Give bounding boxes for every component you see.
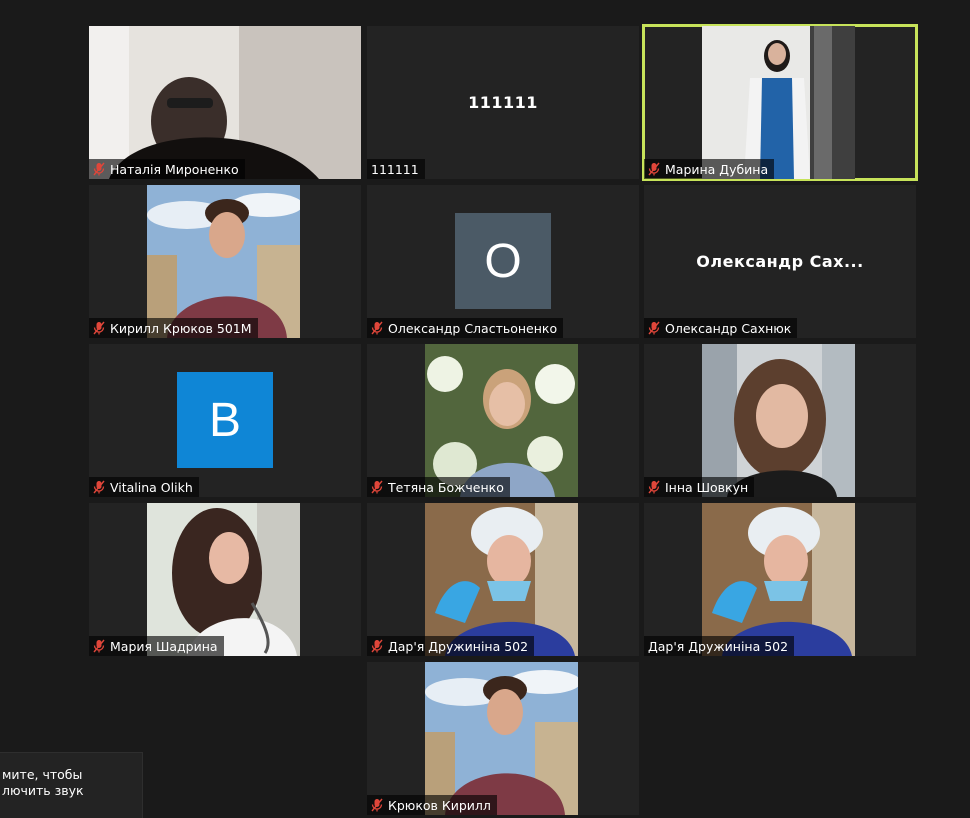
participant-name-label: Дар'я Дружиніна 502 bbox=[644, 636, 795, 656]
participant-name: Дар'я Дружиніна 502 bbox=[388, 638, 529, 654]
mic-muted-icon bbox=[371, 639, 383, 653]
participant-video bbox=[702, 26, 855, 179]
participant-name-label: 111111 bbox=[367, 159, 425, 179]
participant-tile[interactable]: 111111 111111 bbox=[367, 26, 639, 179]
participant-tile-active-speaker[interactable]: Марина Дубина bbox=[642, 24, 918, 181]
participant-name-label: Олександр Сластьоненко bbox=[367, 318, 564, 338]
participant-tile[interactable]: Мария Шадрина bbox=[89, 503, 361, 656]
participant-tile[interactable]: Тетяна Божченко bbox=[367, 344, 639, 497]
mic-muted-icon bbox=[648, 480, 660, 494]
tooltip-line: лючить звук bbox=[2, 783, 84, 798]
mic-muted-icon bbox=[648, 321, 660, 335]
mic-muted-icon bbox=[648, 162, 660, 176]
participant-name-label: Мария Шадрина bbox=[89, 636, 224, 656]
mic-muted-icon bbox=[93, 321, 105, 335]
participant-name-label: Марина Дубина bbox=[644, 159, 775, 179]
participant-name-label: Тетяна Божченко bbox=[367, 477, 510, 497]
participant-name: Інна Шовкун bbox=[665, 479, 749, 495]
participant-name-label: Інна Шовкун bbox=[644, 477, 755, 497]
participant-name-label: Кирилл Крюков 501М bbox=[89, 318, 258, 338]
mic-muted-icon bbox=[371, 480, 383, 494]
participant-display-name: Олександр Сах... bbox=[696, 252, 864, 271]
avatar: O bbox=[455, 213, 551, 309]
participant-name-label: Дар'я Дружиніна 502 bbox=[367, 636, 535, 656]
participant-name-label: Крюков Кирилл bbox=[367, 795, 497, 815]
participant-name: Кирилл Крюков 501М bbox=[110, 320, 252, 336]
participant-tile[interactable]: Дар'я Дружиніна 502 bbox=[367, 503, 639, 656]
participant-tile[interactable]: Дар'я Дружиніна 502 bbox=[644, 503, 916, 656]
mic-muted-icon bbox=[93, 480, 105, 494]
participant-name: 111111 bbox=[371, 161, 419, 177]
tooltip-line: мите, чтобы bbox=[2, 767, 83, 782]
participant-video bbox=[147, 503, 300, 656]
mic-muted-icon bbox=[93, 639, 105, 653]
participant-display-name: 111111 bbox=[468, 93, 538, 112]
participant-tile[interactable]: Крюков Кирилл bbox=[367, 662, 639, 815]
unmute-hint-tooltip: мите, чтобы лючить звук bbox=[0, 752, 143, 818]
participant-video bbox=[147, 185, 300, 338]
participant-name: Наталія Мироненко bbox=[110, 161, 239, 177]
participant-name-label: Наталія Мироненко bbox=[89, 159, 245, 179]
participant-video bbox=[425, 503, 578, 656]
participant-name: Олександр Сахнюк bbox=[665, 320, 792, 336]
participant-video bbox=[425, 662, 578, 815]
participant-tile[interactable]: O Олександр Сластьоненко bbox=[367, 185, 639, 338]
participant-name: Тетяна Божченко bbox=[388, 479, 504, 495]
participant-name-label: Vitalina Olikh bbox=[89, 477, 199, 497]
mic-muted-icon bbox=[371, 321, 383, 335]
participant-tile[interactable]: Олександр Сах... Олександр Сахнюк bbox=[644, 185, 916, 338]
participant-name: Олександр Сластьоненко bbox=[388, 320, 558, 336]
participant-name: Дар'я Дружиніна 502 bbox=[648, 638, 789, 654]
mic-muted-icon bbox=[371, 798, 383, 812]
participant-video bbox=[702, 503, 855, 656]
mic-muted-icon bbox=[93, 162, 105, 176]
participant-tile[interactable]: Кирилл Крюков 501М bbox=[89, 185, 361, 338]
participant-name: Марина Дубина bbox=[665, 161, 769, 177]
participant-name: Крюков Кирилл bbox=[388, 797, 491, 813]
participant-tile[interactable]: B Vitalina Olikh bbox=[89, 344, 361, 497]
participant-tile[interactable]: Наталія Мироненко bbox=[89, 26, 361, 179]
participant-name: Мария Шадрина bbox=[110, 638, 218, 654]
participant-name: Vitalina Olikh bbox=[110, 479, 193, 495]
participant-video bbox=[89, 26, 361, 179]
participant-tile[interactable]: Інна Шовкун bbox=[644, 344, 916, 497]
participant-name-label: Олександр Сахнюк bbox=[644, 318, 798, 338]
participant-video bbox=[425, 344, 578, 497]
avatar: B bbox=[177, 372, 273, 468]
participant-video bbox=[702, 344, 855, 497]
